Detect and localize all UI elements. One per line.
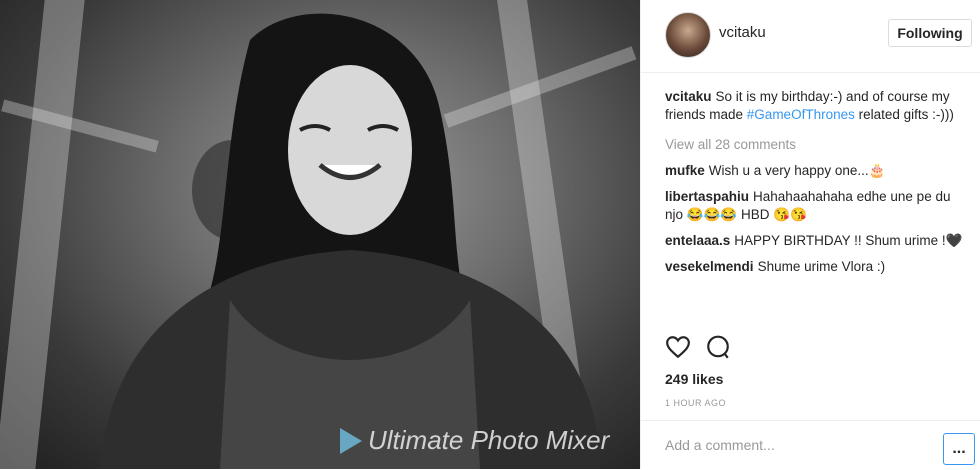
watermark: Ultimate Photo Mixer [340,425,609,456]
post-side-panel: vcitaku Following vcitaku So it is my bir… [640,0,980,469]
comment: mufke Wish u a very happy one...🎂 [665,162,965,180]
caption-username[interactable]: vcitaku [665,89,712,104]
portrait-figure [100,13,600,469]
add-comment-bar: Add a comment... ... [641,420,980,470]
comment-text: Shume urime Vlora :) [757,259,886,274]
comment-text: HAPPY BIRTHDAY !! Shum urime !🖤 [734,233,963,248]
comment: libertaspahiu Hahahaahahaha edhe une pe d… [665,188,965,224]
comment-username[interactable]: libertaspahiu [665,189,749,204]
comment: vesekelmendi Shume urime Vlora :) [665,258,965,276]
following-button[interactable]: Following [888,19,972,47]
comment-username[interactable]: entelaaa.s [665,233,730,248]
comment-icon[interactable] [705,334,731,365]
caption-text-end: related gifts :-))) [854,107,954,122]
post-timestamp[interactable]: 1 HOUR AGO [665,398,726,408]
comment-text: Wish u a very happy one...🎂 [708,163,886,178]
add-comment-input[interactable]: Add a comment... [665,437,775,453]
avatar[interactable] [665,12,711,58]
watermark-text: Ultimate Photo Mixer [368,425,610,455]
likes-count[interactable]: 249 likes [665,371,723,387]
view-all-comments-link[interactable]: View all 28 comments [665,136,965,154]
more-options-button[interactable]: ... [943,433,975,465]
play-logo-icon [340,427,362,454]
comments-section: vcitaku So it is my birthday:-) and of co… [665,88,965,284]
hashtag-link[interactable]: #GameOfThrones [747,107,855,122]
post-actions [665,334,731,365]
comment-username[interactable]: vesekelmendi [665,259,754,274]
post-username[interactable]: vcitaku [719,24,766,41]
caption: vcitaku So it is my birthday:-) and of co… [665,88,965,124]
post-header: vcitaku Following [641,0,980,73]
comment-username[interactable]: mufke [665,163,705,178]
heart-icon[interactable] [665,334,691,365]
comment: entelaaa.s HAPPY BIRTHDAY !! Shum urime !… [665,232,965,250]
post-photo[interactable]: Ultimate Photo Mixer [0,0,640,469]
